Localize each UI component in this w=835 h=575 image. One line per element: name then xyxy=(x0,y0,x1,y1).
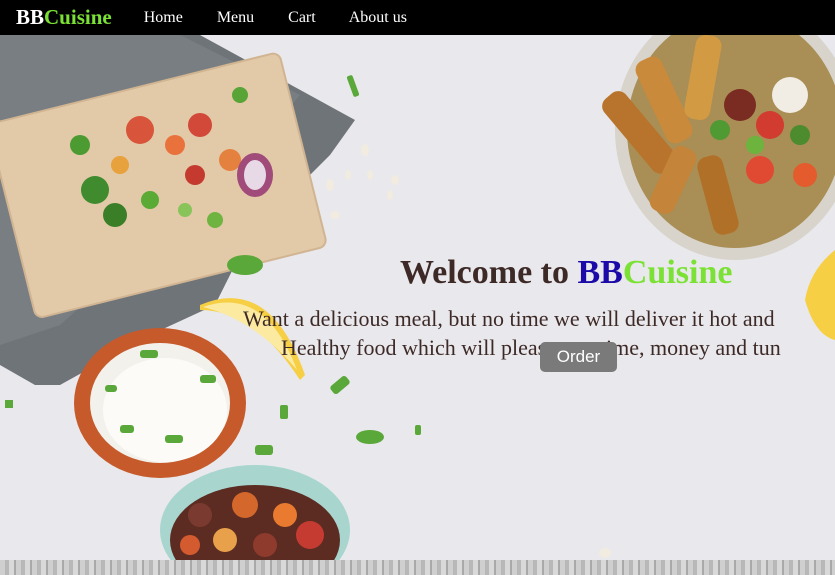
welcome-heading: Welcome to BBCuisine xyxy=(400,253,732,293)
brand-bb: BB xyxy=(16,5,45,29)
nav-link-about-us[interactable]: About us xyxy=(349,9,407,27)
nav-link-menu[interactable]: Menu xyxy=(217,9,254,27)
hero-tagline-line-1: Want a delicious meal, but no time we wi… xyxy=(243,306,775,331)
brand-logo[interactable]: BBCuisine xyxy=(16,5,112,30)
hero-banner: Welcome to BBCuisine Want a delicious me… xyxy=(0,35,835,560)
top-navbar: BBCuisine Home Menu Cart About us xyxy=(0,0,835,35)
welcome-cuisine: Cuisine xyxy=(622,254,733,291)
bottom-strip xyxy=(0,560,835,575)
brand-cuisine: Cuisine xyxy=(44,5,112,29)
order-button[interactable]: Order xyxy=(540,342,617,372)
nav-link-home[interactable]: Home xyxy=(144,9,183,27)
hero-tagline-line-2: Healthy food which will please you time,… xyxy=(281,335,781,360)
welcome-prefix: Welcome to xyxy=(400,254,578,291)
nav-link-cart[interactable]: Cart xyxy=(288,9,316,27)
welcome-bb: BB xyxy=(577,254,623,291)
hero-background-image xyxy=(0,35,835,560)
